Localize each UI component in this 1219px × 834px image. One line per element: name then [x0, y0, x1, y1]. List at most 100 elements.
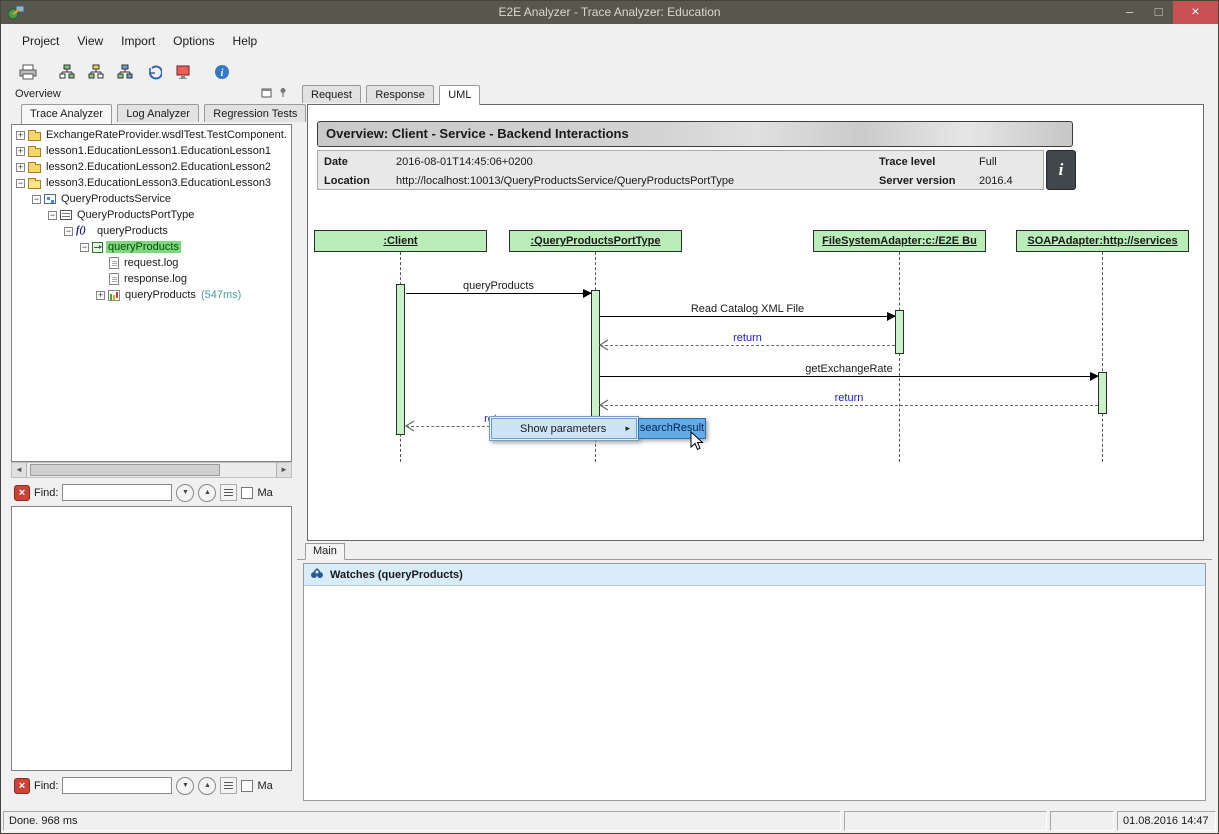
tree-item[interactable]: −QueryProductsPortType — [12, 207, 291, 223]
message-line — [600, 345, 895, 346]
lifeline-queryproductsporttype[interactable]: :QueryProductsPortType — [509, 230, 682, 252]
tab-request[interactable]: Request — [302, 85, 361, 103]
close-find-icon[interactable]: × — [14, 485, 30, 501]
expand-icon[interactable]: + — [96, 291, 105, 300]
find-prev-icon[interactable]: ▲ — [198, 484, 216, 502]
watches-body — [304, 586, 1205, 800]
main-tabs: Request Response UML — [302, 85, 482, 104]
context-menu-item-show-parameters[interactable]: Show parameters ▸ — [491, 418, 637, 439]
tree-item[interactable]: +lesson1.EducationLesson1.EducationLesso… — [12, 143, 291, 159]
find-prev-icon[interactable]: ▲ — [198, 777, 216, 795]
log-icon — [109, 273, 119, 285]
maximize-button[interactable]: □ — [1144, 1, 1173, 24]
scroll-left-icon[interactable]: ◄ — [12, 463, 27, 477]
tree-item-label: queryProducts — [106, 241, 181, 253]
expand-icon[interactable]: + — [16, 147, 25, 156]
find-next-icon[interactable]: ▼ — [176, 484, 194, 502]
match-case-checkbox[interactable] — [241, 487, 253, 499]
expand-icon[interactable]: + — [16, 163, 25, 172]
collapse-icon[interactable]: − — [64, 227, 73, 236]
activation-bar-filesystem[interactable] — [895, 310, 904, 354]
tree-item-label: queryProducts — [95, 225, 170, 237]
collapse-icon[interactable]: − — [32, 195, 41, 204]
close-button[interactable]: × — [1173, 1, 1218, 24]
close-find-icon[interactable]: × — [14, 778, 30, 794]
tab-uml[interactable]: UML — [439, 85, 480, 105]
scroll-right-icon[interactable]: ► — [276, 463, 291, 477]
overview-panel-title: Overview — [15, 88, 61, 100]
info-toolbar-button[interactable]: i — [209, 60, 235, 84]
message-label: return — [600, 392, 1098, 405]
tree-item-label: lesson2.EducationLesson2.EducationLesson… — [44, 161, 273, 173]
tree-item[interactable]: +ExchangeRateProvider.wsdlTest.TestCompo… — [12, 127, 291, 143]
tree-item[interactable]: response.log — [12, 271, 291, 287]
date-value: 2016-08-01T14:45:06+0200 — [396, 156, 879, 168]
float-panel-icon[interactable] — [261, 88, 272, 101]
find-options-icon[interactable] — [220, 484, 237, 501]
tab-main[interactable]: Main — [305, 543, 345, 560]
message-label: return — [600, 332, 895, 345]
match-case-checkbox[interactable] — [241, 780, 253, 792]
scrollbar-thumb[interactable] — [30, 464, 220, 476]
window-title: E2E Analyzer - Trace Analyzer: Education — [1, 1, 1218, 24]
activation-bar-soap[interactable] — [1098, 372, 1107, 414]
lifeline-soapadapter[interactable]: SOAPAdapter:http://services — [1016, 230, 1189, 252]
tree-item[interactable]: −f()queryProducts — [12, 223, 291, 239]
tree-item[interactable]: request.log — [12, 255, 291, 271]
date-label: Date — [324, 156, 396, 168]
menu-import[interactable]: Import — [112, 30, 164, 52]
activation-bar-client[interactable] — [396, 284, 405, 435]
tree-item[interactable]: − queryProducts — [12, 239, 291, 255]
tab-log-analyzer[interactable]: Log Analyzer — [117, 104, 199, 122]
print-button[interactable] — [15, 60, 41, 84]
horizontal-scrollbar[interactable]: ◄ ► — [11, 462, 292, 478]
message-line — [600, 376, 1098, 377]
open-arrowhead-icon — [599, 399, 609, 411]
find-options-icon[interactable] — [220, 777, 237, 794]
menu-help[interactable]: Help — [224, 30, 267, 52]
expand-icon[interactable]: + — [16, 131, 25, 140]
tree-item[interactable]: + lesson2.EducationLesson2.EducationLesso… — [12, 159, 291, 175]
message-getexchangerate[interactable]: getExchangeRate — [600, 363, 1098, 385]
watches-panel: Watches (queryProducts) — [303, 563, 1206, 801]
status-datetime: 01.08.2016 14:47 — [1117, 811, 1216, 831]
minimize-button[interactable]: – — [1115, 1, 1144, 24]
lifeline-client[interactable]: :Client — [314, 230, 487, 252]
menu-view[interactable]: View — [68, 30, 112, 52]
tree-item[interactable]: +queryProducts (547ms) — [12, 287, 291, 303]
watches-header: Watches (queryProducts) — [304, 564, 1205, 586]
titlebar: E2E Analyzer - Trace Analyzer: Education… — [1, 1, 1218, 24]
message-queryproducts[interactable]: queryProducts — [406, 280, 591, 302]
menu-project[interactable]: Project — [13, 30, 68, 52]
tree-item[interactable]: −lesson3.EducationLesson3.EducationLesso… — [12, 175, 291, 191]
message-read-catalog[interactable]: Read Catalog XML File — [600, 303, 895, 325]
pin-icon[interactable] — [278, 87, 288, 101]
find-input[interactable] — [62, 484, 172, 501]
collapse-icon[interactable]: − — [80, 243, 89, 252]
message-return-filesystem[interactable]: return — [600, 332, 895, 354]
tab-trace-analyzer[interactable]: Trace Analyzer — [21, 104, 112, 124]
status-segment — [1050, 811, 1114, 831]
collapse-tree-button[interactable] — [83, 60, 109, 84]
info-button[interactable]: i — [1046, 150, 1076, 190]
trace-level-value: Full — [979, 156, 1037, 168]
collapse-icon[interactable]: − — [16, 179, 25, 188]
lifeline-filesystemadapter[interactable]: FileSystemAdapter:c:/E2E Bu — [813, 230, 986, 252]
collapse-icon[interactable]: − — [48, 211, 57, 220]
tab-response[interactable]: Response — [366, 85, 434, 103]
refresh-tree-button[interactable] — [112, 60, 138, 84]
screenshot-button[interactable] — [170, 60, 196, 84]
tree-item[interactable]: −QueryProductsService — [12, 191, 291, 207]
find-next-icon[interactable]: ▼ — [176, 777, 194, 795]
message-return-soap[interactable]: return — [600, 392, 1098, 414]
menu-options[interactable]: Options — [164, 30, 223, 52]
tab-regression-tests[interactable]: Regression Tests — [204, 104, 306, 122]
expand-tree-button[interactable] — [54, 60, 80, 84]
lifeline-line — [1102, 252, 1103, 462]
find-input-2[interactable] — [62, 777, 172, 794]
match-case-label: Ma — [257, 487, 272, 499]
open-arrowhead-icon — [405, 420, 415, 432]
folder-open-icon — [28, 180, 41, 189]
uml-diagram-panel: Overview: Client - Service - Backend Int… — [307, 104, 1204, 541]
undo-button[interactable] — [141, 60, 167, 84]
